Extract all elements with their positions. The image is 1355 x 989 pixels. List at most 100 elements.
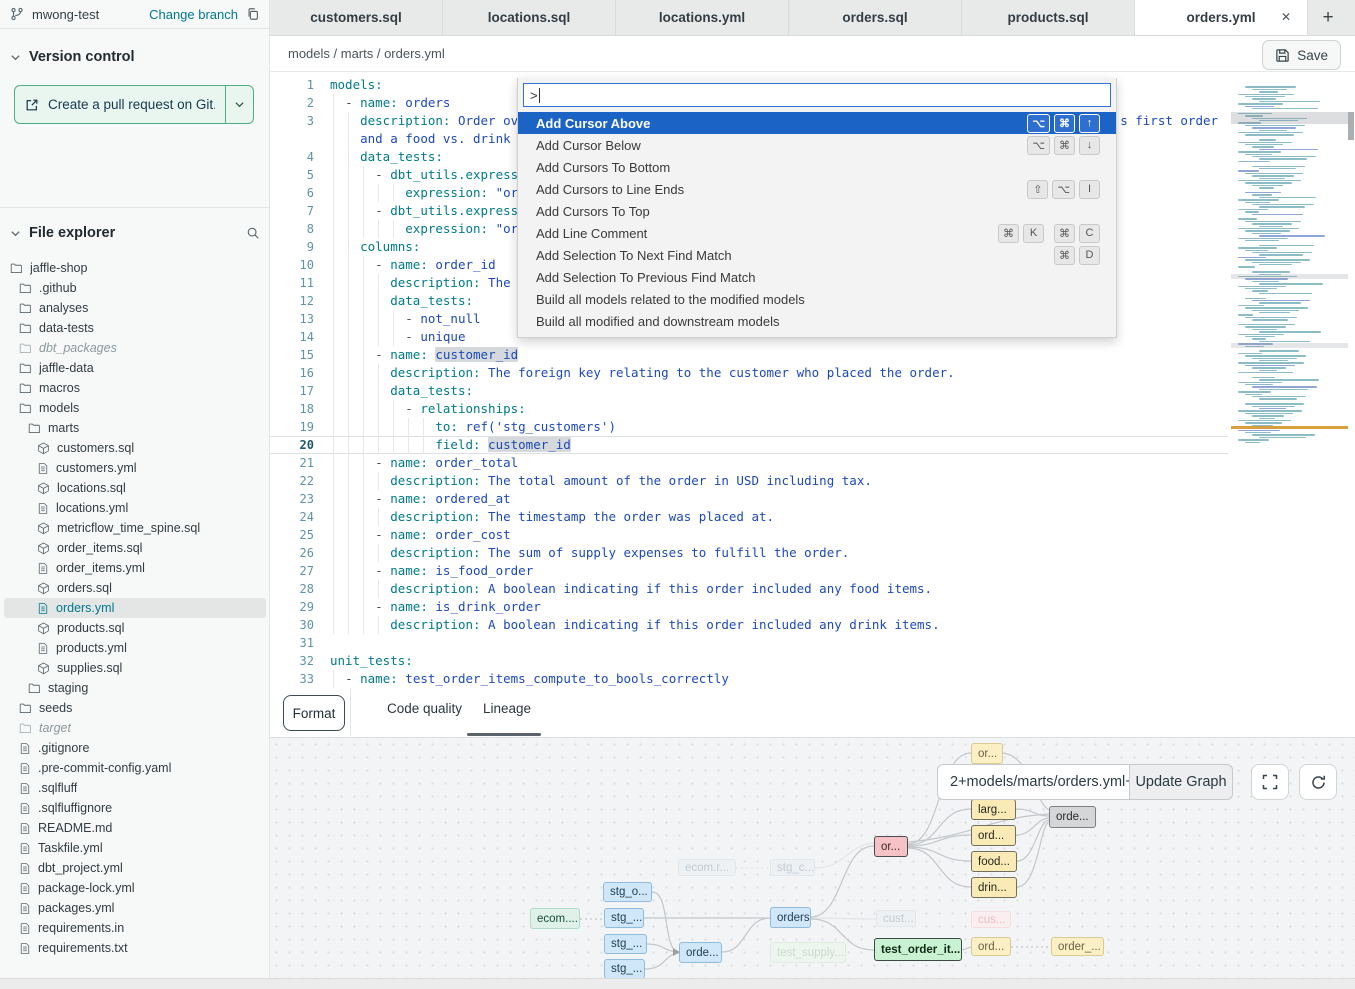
lineage-node[interactable]: test_supply...: [770, 942, 846, 963]
new-tab-button[interactable]: +: [1308, 0, 1348, 35]
code-line[interactable]: 24 description: The timestamp the order …: [270, 508, 1355, 526]
lineage-node[interactable]: stg_c...: [770, 859, 815, 876]
file-tree-item[interactable]: seeds: [4, 698, 266, 718]
file-tree-item[interactable]: marts: [4, 418, 266, 438]
lineage-node[interactable]: cust...: [876, 910, 916, 927]
file-tree-item[interactable]: data-tests: [4, 318, 266, 338]
command-palette-item[interactable]: Add Cursor Below⌥⌘↓: [518, 134, 1116, 156]
editor-tab[interactable]: products.sql: [962, 0, 1135, 35]
code-line[interactable]: 21 - name: order_total: [270, 454, 1355, 472]
file-tree-item[interactable]: analyses: [4, 298, 266, 318]
file-tree-item[interactable]: README.md: [4, 818, 266, 838]
file-tree-item[interactable]: macros: [4, 378, 266, 398]
lineage-node[interactable]: food...: [971, 851, 1017, 872]
file-tree-item[interactable]: Taskfile.yml: [4, 838, 266, 858]
lineage-node[interactable]: or...: [874, 836, 908, 857]
file-tree-item[interactable]: order_items.sql: [4, 538, 266, 558]
file-tree-item[interactable]: staging: [4, 678, 266, 698]
editor-tab[interactable]: orders.yml✕: [1135, 0, 1308, 35]
file-tree-item[interactable]: locations.yml: [4, 498, 266, 518]
file-tree-item[interactable]: requirements.in: [4, 918, 266, 938]
lineage-node[interactable]: stg_...: [604, 934, 647, 954]
lineage-node[interactable]: larg...: [971, 799, 1016, 820]
tab-lineage[interactable]: Lineage: [483, 701, 531, 716]
format-button[interactable]: Format: [283, 695, 345, 731]
code-line[interactable]: 33 - name: test_order_items_compute_to_b…: [270, 670, 1355, 688]
lineage-node[interactable]: ord...: [971, 825, 1016, 846]
code-line[interactable]: 19 to: ref('stg_customers'): [270, 418, 1355, 436]
command-palette-item[interactable]: Add Selection To Previous Find Match: [518, 266, 1116, 288]
code-line[interactable]: 17 data_tests:: [270, 382, 1355, 400]
version-control-header[interactable]: Version control: [0, 44, 270, 70]
file-tree-item[interactable]: target: [4, 718, 266, 738]
command-palette-item[interactable]: Add Cursors to Line Ends⇧⌥I: [518, 178, 1116, 200]
lineage-node[interactable]: order_...: [1051, 937, 1104, 956]
code-line[interactable]: 31: [270, 634, 1355, 652]
lineage-node[interactable]: cus...: [971, 911, 1011, 928]
editor-tab[interactable]: locations.sql: [443, 0, 616, 35]
command-palette-item[interactable]: Build all modified and downstream models: [518, 310, 1116, 332]
lineage-node[interactable]: drin...: [971, 877, 1017, 898]
create-pr-button[interactable]: Create a pull request on Git...: [14, 85, 254, 124]
file-tree-item[interactable]: jaffle-shop: [4, 258, 266, 278]
file-tree-item[interactable]: .sqlfluffignore: [4, 798, 266, 818]
file-tree-item[interactable]: dbt_packages: [4, 338, 266, 358]
code-line[interactable]: 18 - relationships:: [270, 400, 1355, 418]
code-line[interactable]: 32unit_tests:: [270, 652, 1355, 670]
file-tree-item[interactable]: packages.yml: [4, 898, 266, 918]
lineage-node[interactable]: or...: [971, 743, 1003, 764]
file-tree-item[interactable]: orders.yml: [4, 598, 266, 618]
editor-tab[interactable]: orders.sql: [789, 0, 962, 35]
code-line[interactable]: 27 - name: is_food_order: [270, 562, 1355, 580]
save-button[interactable]: Save: [1262, 40, 1341, 70]
code-line[interactable]: 26 description: The sum of supply expens…: [270, 544, 1355, 562]
code-line[interactable]: 23 - name: ordered_at: [270, 490, 1355, 508]
search-icon[interactable]: [246, 226, 260, 240]
create-pr-button-main[interactable]: Create a pull request on Git...: [15, 86, 225, 123]
file-tree-item[interactable]: orders.sql: [4, 578, 266, 598]
code-line[interactable]: 15 - name: customer_id: [270, 346, 1355, 364]
code-line[interactable]: 25 - name: order_cost: [270, 526, 1355, 544]
file-tree-item[interactable]: .pre-commit-config.yaml: [4, 758, 266, 778]
file-tree-item[interactable]: .sqlfluff: [4, 778, 266, 798]
file-tree-item[interactable]: locations.sql: [4, 478, 266, 498]
lineage-selector-input[interactable]: 2+models/marts/orders.yml+: [937, 764, 1130, 800]
file-tree-item[interactable]: .gitignore: [4, 738, 266, 758]
file-tree-item[interactable]: jaffle-data: [4, 358, 266, 378]
create-pr-dropdown[interactable]: [225, 86, 253, 123]
file-tree-item[interactable]: models: [4, 398, 266, 418]
code-line[interactable]: 20 field: customer_id: [270, 436, 1355, 454]
file-tree-item[interactable]: order_items.yml: [4, 558, 266, 578]
code-line[interactable]: 16 description: The foreign key relating…: [270, 364, 1355, 382]
command-palette-item[interactable]: Add Cursors To Top: [518, 200, 1116, 222]
file-tree-item[interactable]: supplies.sql: [4, 658, 266, 678]
command-palette-item[interactable]: Add Selection To Next Find Match⌘D: [518, 244, 1116, 266]
scrollbar-thumb[interactable]: [1348, 112, 1354, 140]
file-tree-item[interactable]: package-lock.yml: [4, 878, 266, 898]
file-tree-item[interactable]: products.yml: [4, 638, 266, 658]
close-icon[interactable]: ✕: [1281, 10, 1291, 24]
lineage-node[interactable]: test_order_it...: [874, 938, 962, 961]
code-line[interactable]: 29 - name: is_drink_order: [270, 598, 1355, 616]
command-palette-item[interactable]: Build all models related to the modified…: [518, 288, 1116, 310]
code-line[interactable]: 28 description: A boolean indicating if …: [270, 580, 1355, 598]
lineage-node[interactable]: orders: [770, 907, 811, 928]
command-palette-item[interactable]: Add Line Comment⌘K⌘C: [518, 222, 1116, 244]
lineage-node[interactable]: ecom....: [530, 908, 580, 929]
file-tree-item[interactable]: .github: [4, 278, 266, 298]
lineage-node[interactable]: orde...: [679, 942, 722, 963]
lineage-node[interactable]: ecom.r...: [678, 859, 736, 876]
refresh-button[interactable]: [1299, 764, 1337, 800]
lineage-panel[interactable]: ecom....stg_o...stg_...stg_...stg_...ord…: [270, 737, 1355, 978]
change-branch-link[interactable]: Change branch: [149, 7, 238, 22]
file-tree-item[interactable]: products.sql: [4, 618, 266, 638]
lineage-node[interactable]: stg_...: [604, 908, 644, 928]
tab-code-quality[interactable]: Code quality: [387, 701, 462, 716]
update-graph-button[interactable]: Update Graph: [1129, 764, 1233, 800]
file-tree-item[interactable]: metricflow_time_spine.sql: [4, 518, 266, 538]
file-explorer-header[interactable]: File explorer: [0, 220, 270, 246]
editor-tab[interactable]: locations.yml: [616, 0, 789, 35]
command-palette-item[interactable]: Add Cursors To Bottom: [518, 156, 1116, 178]
minimap[interactable]: [1235, 84, 1348, 446]
file-tree-item[interactable]: customers.sql: [4, 438, 266, 458]
